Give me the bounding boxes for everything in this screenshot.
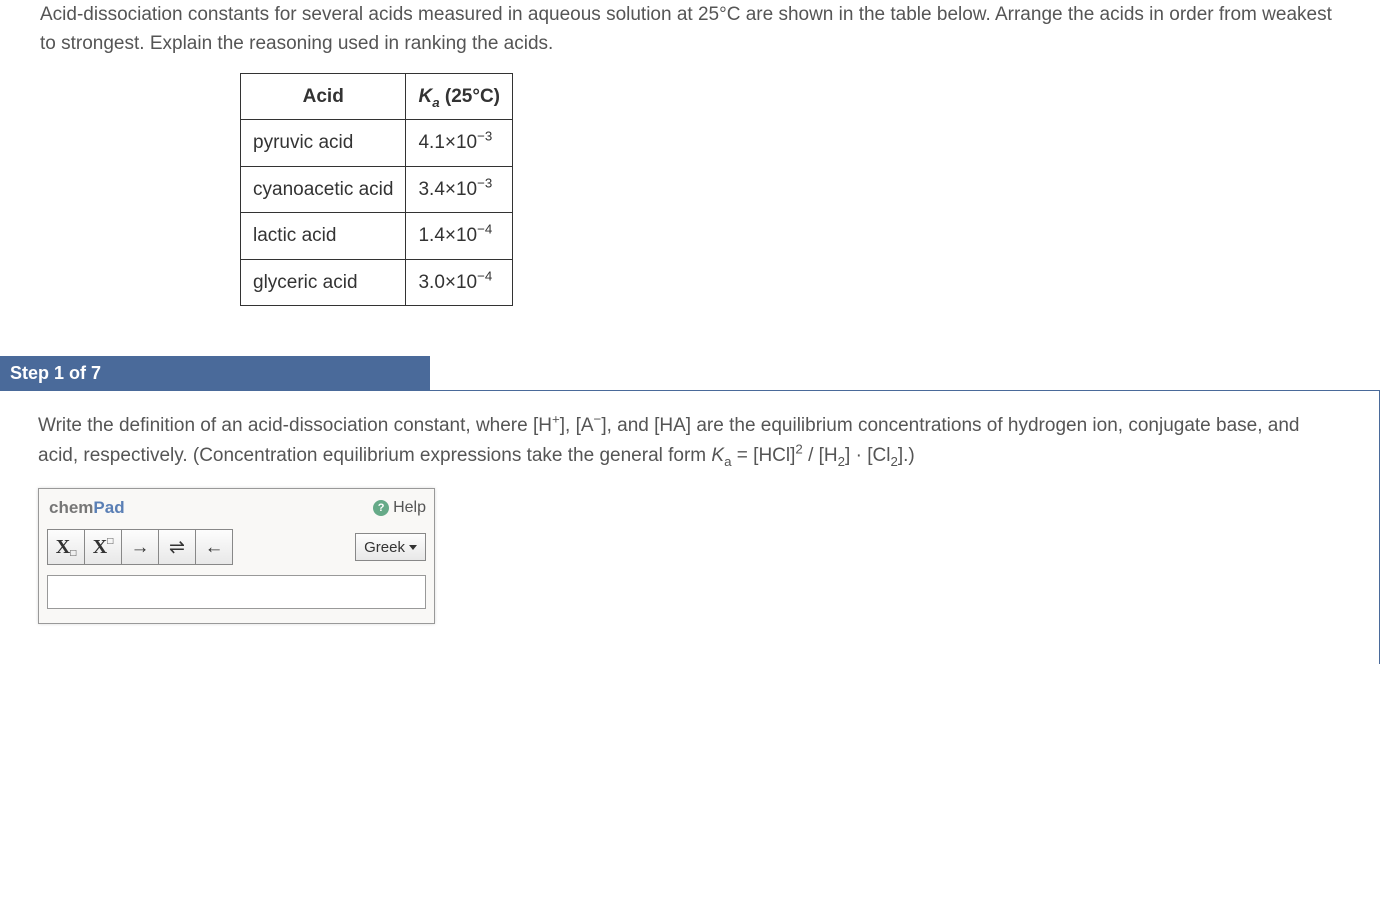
chempad-widget: chemPad ? Help X□ X□ → [38, 488, 435, 624]
equilibrium-arrows-icon: ⇌ [169, 533, 185, 562]
step-label: Step 1 of 7 [0, 356, 132, 390]
arrow-left-button[interactable]: ← [195, 529, 233, 565]
help-button[interactable]: ? Help [373, 496, 426, 521]
col-header-acid: Acid [241, 73, 406, 119]
acid-name: pyruvic acid [241, 120, 406, 166]
question-text: Acid-dissociation constants for several … [40, 0, 1346, 59]
ka-subscript: a [432, 95, 439, 110]
superscript-button[interactable]: X□ [84, 529, 122, 565]
acid-name: lactic acid [241, 213, 406, 259]
table-row: pyruvic acid 4.1×10−3 [241, 120, 513, 166]
acid-ka-table: Acid Ka (25°C) pyruvic acid 4.1×10−3 cya… [240, 73, 513, 306]
greek-label: Greek [364, 536, 405, 559]
arrow-right-icon: → [131, 533, 150, 562]
step-progress-line [130, 356, 430, 390]
chempad-toolbar: X□ X□ → ⇌ ← Greek [39, 525, 434, 569]
ka-value: 3.0×10−4 [406, 259, 513, 305]
equilibrium-button[interactable]: ⇌ [158, 529, 196, 565]
acid-name: cyanoacetic acid [241, 166, 406, 212]
step-frame: Write the definition of an acid-dissocia… [0, 390, 1380, 664]
step-instruction: Write the definition of an acid-dissocia… [38, 411, 1341, 470]
help-icon: ? [373, 500, 389, 516]
ka-symbol: K [418, 86, 432, 107]
chempad-header: chemPad ? Help [39, 489, 434, 525]
ka-temp: (25°C) [440, 86, 500, 107]
caret-down-icon [409, 545, 417, 550]
help-label: Help [393, 496, 426, 521]
subscript-button[interactable]: X□ [47, 529, 85, 565]
chempad-brand-b: Pad [93, 498, 124, 517]
answer-input[interactable] [47, 575, 426, 609]
step-bar: Step 1 of 7 [0, 356, 1386, 390]
table-header-row: Acid Ka (25°C) [241, 73, 513, 119]
chempad-title: chemPad [49, 495, 125, 521]
chempad-brand-a: chem [49, 498, 93, 517]
table-row: lactic acid 1.4×10−4 [241, 213, 513, 259]
col-header-ka: Ka (25°C) [406, 73, 513, 119]
arrow-right-button[interactable]: → [121, 529, 159, 565]
acid-name: glyceric acid [241, 259, 406, 305]
table-row: glyceric acid 3.0×10−4 [241, 259, 513, 305]
greek-dropdown[interactable]: Greek [355, 533, 426, 561]
ka-value: 4.1×10−3 [406, 120, 513, 166]
table-row: cyanoacetic acid 3.4×10−3 [241, 166, 513, 212]
ka-value: 3.4×10−3 [406, 166, 513, 212]
arrow-left-icon: ← [205, 533, 224, 562]
ka-value: 1.4×10−4 [406, 213, 513, 259]
